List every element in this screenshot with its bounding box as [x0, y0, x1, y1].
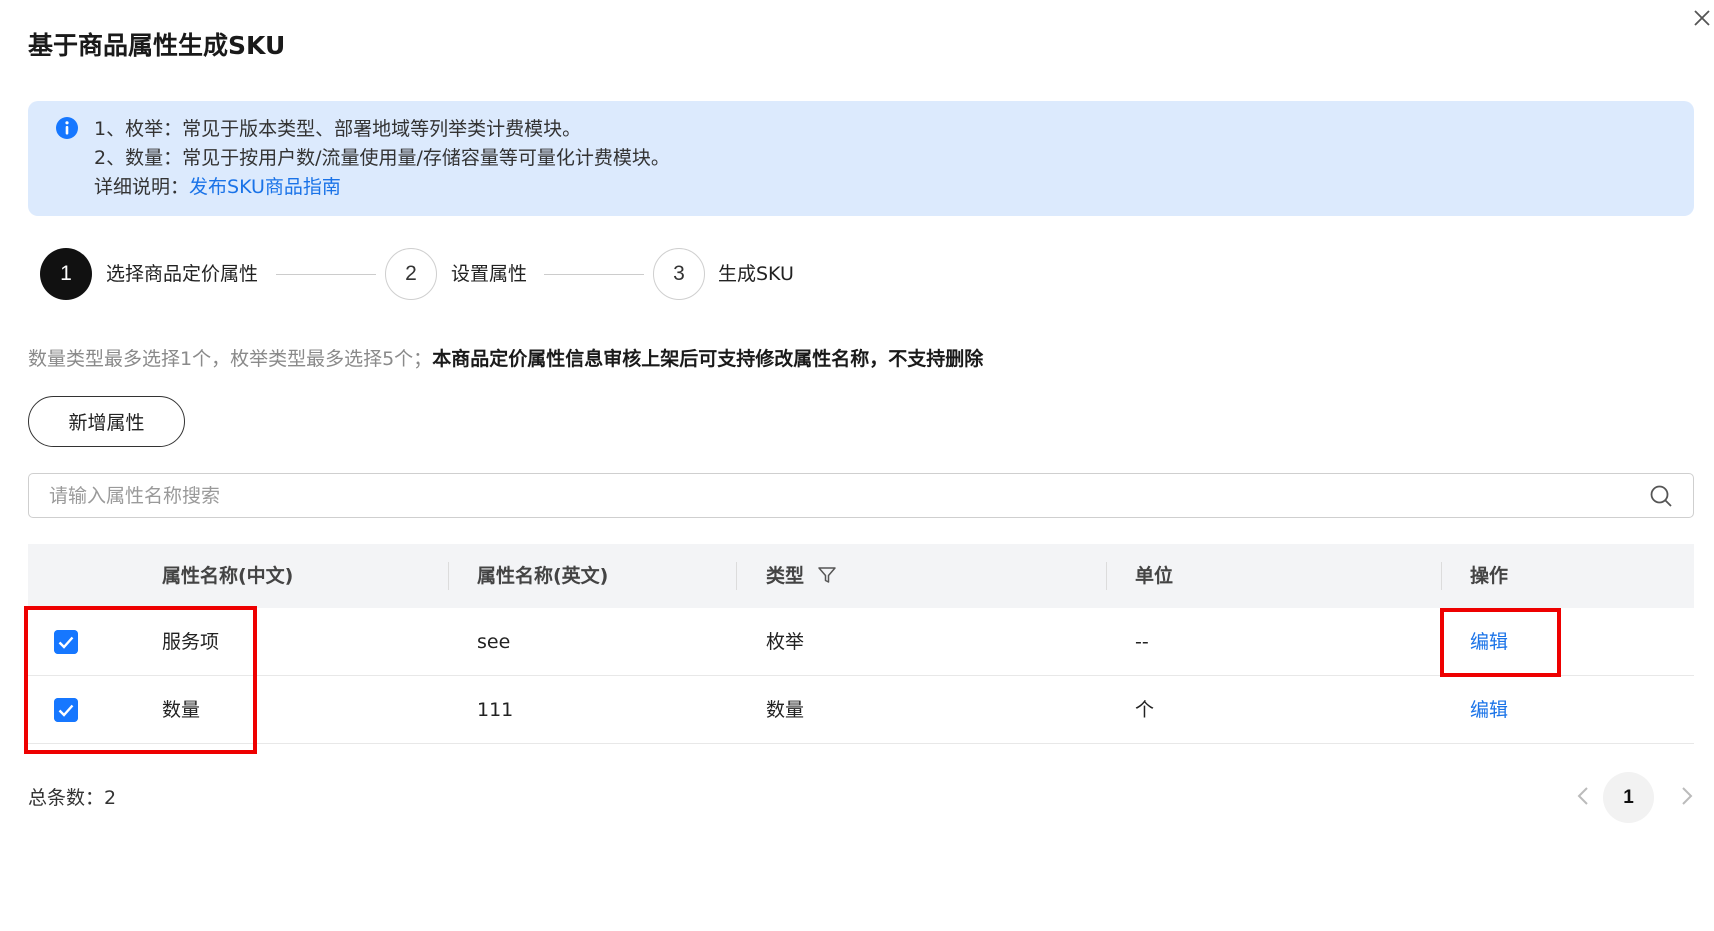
- step-1-circle: 1: [40, 248, 92, 300]
- limit-note: 数量类型最多选择1个，枚举类型最多选择5个；本商品定价属性信息审核上架后可支持修…: [28, 344, 983, 371]
- header-name-en: 属性名称(英文): [477, 565, 609, 587]
- cell-type: 枚举: [766, 631, 805, 653]
- header-unit: 单位: [1135, 565, 1174, 587]
- guide-link[interactable]: 发布SKU商品指南: [189, 176, 341, 198]
- cell-type: 数量: [766, 699, 805, 721]
- search-icon[interactable]: [1649, 484, 1673, 508]
- step-3-circle: 3: [653, 248, 705, 300]
- step-2-label: 设置属性: [451, 263, 528, 285]
- stepper: 1 选择商品定价属性 2 设置属性 3 生成SKU: [40, 248, 940, 300]
- info-line-3: 详细说明：发布SKU商品指南: [94, 173, 1694, 202]
- table-row: 服务项 see 枚举 -- 编辑: [28, 608, 1694, 676]
- detail-prefix: 详细说明：: [94, 176, 190, 198]
- close-icon[interactable]: [1690, 6, 1714, 30]
- step-3-label: 生成SKU: [718, 263, 794, 285]
- filter-icon[interactable]: [817, 565, 837, 585]
- info-banner: 1、枚举：常见于版本类型、部署地域等列举类计费模块。 2、数量：常见于按用户数/…: [28, 101, 1694, 216]
- sku-dialog: 基于商品属性生成SKU 1、枚举：常见于版本类型、部署地域等列举类计费模块。 2…: [0, 0, 1714, 931]
- info-icon: [56, 117, 78, 139]
- cell-unit: 个: [1135, 699, 1155, 721]
- search-box: [28, 473, 1694, 518]
- step-2-circle: 2: [385, 248, 437, 300]
- header-type: 类型: [766, 544, 837, 608]
- header-divider: [1441, 562, 1442, 590]
- table-header: 属性名称(中文) 属性名称(英文) 类型 单位 操作: [28, 544, 1694, 608]
- info-line-1: 1、枚举：常见于版本类型、部署地域等列举类计费模块。: [94, 118, 582, 140]
- header-action: 操作: [1470, 565, 1509, 587]
- add-attribute-button[interactable]: 新增属性: [28, 396, 185, 447]
- step-connector-2: [544, 274, 644, 275]
- cell-name-cn: 服务项: [162, 631, 220, 653]
- total-count: 总条数：2: [28, 787, 117, 809]
- chevron-right-icon[interactable]: [1674, 784, 1698, 808]
- chevron-left-icon[interactable]: [1572, 784, 1596, 808]
- limit-note-bold: 本商品定价属性信息审核上架后可支持修改属性名称，不支持删除: [432, 348, 984, 370]
- edit-link[interactable]: 编辑: [1470, 608, 1508, 676]
- limit-note-normal: 数量类型最多选择1个，枚举类型最多选择5个；: [28, 348, 433, 370]
- header-type-label: 类型: [766, 565, 805, 587]
- edit-link[interactable]: 编辑: [1470, 676, 1508, 744]
- cell-name-cn: 数量: [162, 699, 201, 721]
- info-line-2: 2、数量：常见于按用户数/流量使用量/存储容量等可量化计费模块。: [94, 147, 670, 169]
- table-row: 数量 111 数量 个 编辑: [28, 676, 1694, 744]
- header-divider: [1106, 562, 1107, 590]
- step-1-label: 选择商品定价属性: [106, 263, 259, 285]
- dialog-title: 基于商品属性生成SKU: [28, 31, 286, 60]
- cell-name-en: see: [477, 631, 511, 653]
- header-name-cn: 属性名称(中文): [162, 565, 294, 587]
- header-divider: [736, 562, 737, 590]
- page-1-button[interactable]: 1: [1603, 772, 1654, 823]
- search-input[interactable]: [29, 474, 1693, 517]
- row-checkbox[interactable]: [54, 630, 78, 654]
- attribute-table: 属性名称(中文) 属性名称(英文) 类型 单位 操作 服务项 see 枚举 --…: [28, 544, 1694, 744]
- row-checkbox[interactable]: [54, 698, 78, 722]
- cell-unit: --: [1135, 631, 1149, 653]
- step-connector-1: [276, 274, 376, 275]
- header-divider: [448, 562, 449, 590]
- cell-name-en: 111: [477, 699, 514, 721]
